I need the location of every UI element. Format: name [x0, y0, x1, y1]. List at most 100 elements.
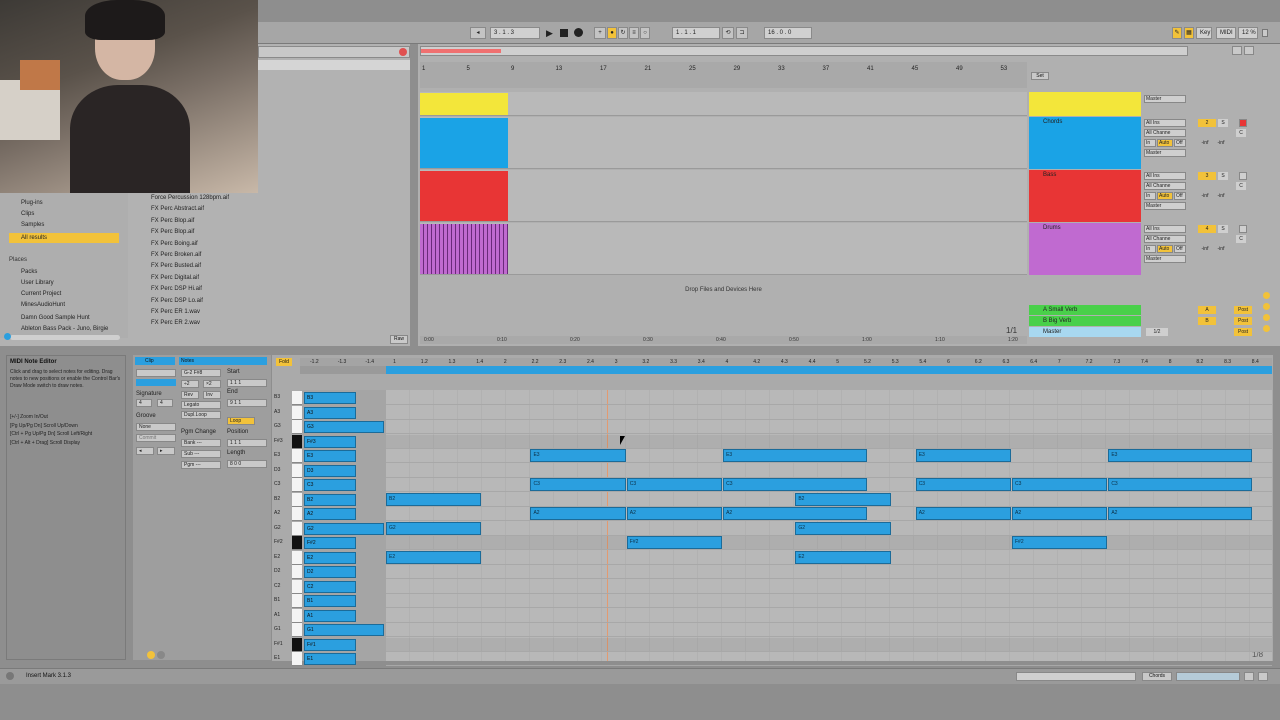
preroll-note[interactable]: G1: [304, 624, 384, 636]
track-channel-select[interactable]: All Channe: [1144, 129, 1186, 137]
io-indicator-icon[interactable]: [1263, 292, 1270, 299]
fold-button[interactable]: Fold: [276, 358, 292, 366]
groove-select[interactable]: None: [136, 423, 176, 431]
preview-headphones-icon[interactable]: [4, 333, 11, 340]
browser-preview-scrubber[interactable]: [4, 333, 120, 340]
draw-mode-button[interactable]: ✎: [1172, 27, 1182, 39]
midi-note[interactable]: A2: [1108, 507, 1252, 520]
sidebar-place-ableton-bass-pack[interactable]: Ableton Bass Pack - Juno, Birgie: [9, 324, 119, 334]
record-icon[interactable]: [574, 28, 583, 37]
piano-key[interactable]: [292, 594, 302, 608]
piano-key[interactable]: [292, 652, 302, 666]
overdub-button[interactable]: +: [594, 27, 606, 39]
track-input-select[interactable]: All Ins: [1144, 119, 1186, 127]
preroll-note[interactable]: D3: [304, 464, 356, 477]
track-number-button[interactable]: 2: [1198, 119, 1216, 127]
launch-box-icon[interactable]: [147, 651, 155, 659]
track-number-button[interactable]: 3: [1198, 172, 1216, 180]
pan-readout[interactable]: -inf: [1214, 139, 1228, 147]
automation-arm-button[interactable]: ●: [607, 27, 617, 39]
track-channel-select[interactable]: All Channe: [1144, 182, 1186, 190]
returns-indicator-icon[interactable]: [1263, 314, 1270, 321]
sidebar-item-all-results[interactable]: All results: [9, 233, 119, 243]
monitor-off-button[interactable]: Off: [1174, 139, 1186, 147]
return-a-post[interactable]: Post: [1234, 306, 1252, 314]
bank-select[interactable]: Bank ---: [181, 439, 221, 447]
loop-toggle[interactable]: Loop: [227, 417, 255, 425]
midi-note[interactable]: C3: [723, 478, 867, 491]
browser-file-item[interactable]: FX Perc Broken.aif: [140, 250, 390, 261]
browser-search-bar[interactable]: [258, 46, 410, 58]
return-b-letter[interactable]: B: [1198, 317, 1216, 325]
start-field[interactable]: 1 1 1: [227, 379, 267, 387]
browser-file-item[interactable]: FX Perc DSP Lo.aif: [140, 296, 390, 307]
punch-in-button[interactable]: ⊐: [736, 27, 748, 39]
track-header-1[interactable]: [1029, 92, 1141, 116]
browser-file-item[interactable]: FX Perc ER 1.wav: [140, 307, 390, 318]
preroll-note[interactable]: A1: [304, 609, 356, 622]
midi-note[interactable]: G2: [386, 521, 482, 535]
clip-bass[interactable]: [420, 171, 508, 221]
midi-note[interactable]: A2: [915, 507, 1011, 520]
mixer-indicator-icon[interactable]: [1263, 325, 1270, 332]
capture-button[interactable]: ≡: [629, 27, 639, 39]
detail-toggle-button[interactable]: [1244, 672, 1254, 681]
sends-indicator-icon[interactable]: [1263, 303, 1270, 310]
clip-yellow[interactable]: [420, 93, 508, 115]
monitor-auto-button[interactable]: Auto: [1157, 192, 1173, 200]
master-cue-volume[interactable]: 1/2: [1146, 328, 1168, 336]
piano-key[interactable]: [292, 449, 302, 463]
preroll-note[interactable]: E3: [304, 450, 356, 462]
monitor-in-button[interactable]: In: [1144, 245, 1156, 253]
piano-key[interactable]: [292, 608, 302, 623]
preroll-note[interactable]: A2: [304, 508, 356, 520]
volume-readout[interactable]: -inf: [1198, 139, 1212, 147]
preroll-note[interactable]: F#1: [304, 638, 356, 651]
midi-note[interactable]: E3: [1108, 449, 1252, 462]
solo-button[interactable]: S: [1218, 172, 1228, 180]
loop-brace[interactable]: [386, 366, 1272, 374]
piano-key[interactable]: [292, 507, 302, 521]
midi-note[interactable]: C3: [1012, 478, 1108, 491]
double-button[interactable]: ×2: [203, 380, 221, 388]
browser-file-item[interactable]: Force Percussion 128bpm.aif: [140, 193, 390, 204]
track-lane-1[interactable]: [420, 92, 1027, 116]
raw-button[interactable]: Raw: [390, 335, 408, 344]
preroll-note[interactable]: F#3: [304, 435, 356, 448]
reverse-button[interactable]: Rev: [181, 391, 199, 399]
midi-note[interactable]: E3: [530, 449, 626, 462]
cue-button[interactable]: C: [1236, 182, 1246, 190]
sidebar-place-minesaudiohunt[interactable]: MinesAudioHunt: [9, 300, 119, 310]
status-scrollbar[interactable]: [1016, 672, 1136, 681]
preroll-note[interactable]: B2: [304, 493, 356, 506]
midi-note[interactable]: F#2: [1012, 536, 1108, 549]
pan-readout[interactable]: -inf: [1214, 245, 1228, 253]
solo-button[interactable]: S: [1218, 225, 1228, 233]
track-lane-drums[interactable]: [420, 223, 1027, 275]
arrangement-position-field[interactable]: 3 . 1 . 3: [490, 27, 540, 39]
position-field[interactable]: 1 1 1: [227, 439, 267, 447]
master-post[interactable]: Post: [1234, 328, 1252, 336]
play-icon[interactable]: ▶: [546, 28, 556, 38]
sidebar-item-plug-ins[interactable]: Plug-ins: [9, 198, 119, 208]
track1-output-select[interactable]: Master: [1144, 95, 1186, 103]
return-track-b[interactable]: B Big Verb: [1029, 316, 1141, 326]
browser-file-item[interactable]: FX Perc Abstract.aif: [140, 204, 390, 215]
piano-key[interactable]: [292, 623, 302, 637]
loop-switch-button[interactable]: ⟲: [722, 27, 734, 39]
drop-files-area[interactable]: Drop Files and Devices Here: [420, 278, 1027, 302]
clip-tab[interactable]: Clip: [135, 357, 175, 365]
midi-note[interactable]: C3: [1108, 478, 1252, 491]
cue-button[interactable]: C: [1236, 129, 1246, 137]
invert-button[interactable]: Inv: [203, 391, 221, 399]
track-output-select[interactable]: Master: [1144, 202, 1186, 210]
note-range-field[interactable]: G-2 F#8: [181, 369, 221, 377]
piano-key[interactable]: [292, 391, 302, 405]
piano-key[interactable]: [292, 579, 302, 594]
stop-icon[interactable]: [560, 29, 568, 37]
preroll-note[interactable]: C2: [304, 580, 356, 593]
arrangement-position-back-button[interactable]: ◂: [470, 27, 486, 39]
midi-note[interactable]: A2: [530, 507, 626, 520]
browser-file-item[interactable]: FX Perc Boing.aif: [140, 239, 390, 250]
midi-note[interactable]: E2: [795, 550, 891, 564]
